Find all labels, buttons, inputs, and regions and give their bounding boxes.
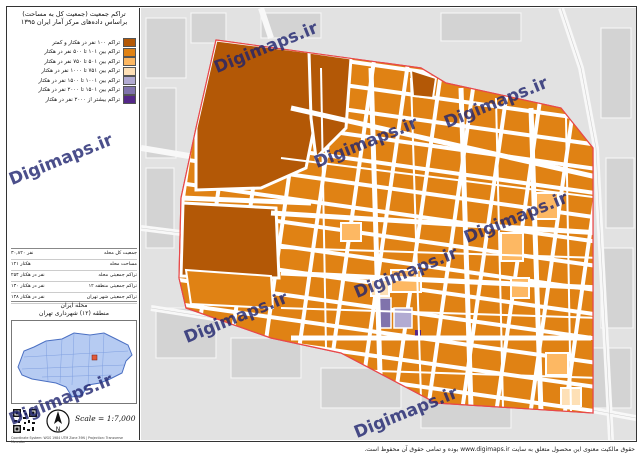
legend-swatch	[123, 85, 136, 95]
legend-swatch	[123, 47, 136, 57]
scale-label: Scale = 1:7,000	[75, 414, 136, 423]
stat-value: ۳۰,۸۲۰ نفر	[11, 251, 34, 256]
legend-swatch	[123, 76, 136, 86]
copyright-notice: حقوق مالکیت معنوی این محصول متعلق به سای…	[364, 446, 635, 453]
stat-label: مساحت محله	[109, 262, 137, 267]
legend-label: تراکم بیشتر از ۲۰۰۰ نفر در هکتار	[45, 96, 120, 103]
legend-label: تراکم ۱۰۰ نفر در هکتار و کمتر	[52, 39, 120, 46]
legend-item: تراکم بین ۱۵۰۱ تا ۲۰۰۰ نفر در هکتار	[12, 85, 136, 96]
neighborhood-marker	[91, 354, 98, 361]
svg-text:N: N	[56, 426, 61, 433]
stat-row: ۳۰,۸۲۰ نفر جمعیت کل محله	[11, 249, 137, 260]
legend-panel: تراکم جمعیت (جمعیت کل به مساحت) براساس د…	[8, 8, 140, 444]
legend: تراکم ۱۰۰ نفر در هکتار و کمتر تراکم بین ۱…	[12, 38, 136, 105]
stat-label: تراکم جمعیتی محله	[98, 273, 137, 278]
neighborhood-name: محله ایران	[60, 302, 88, 309]
stat-row: ۱۲۱ هکتار مساحت محله	[11, 260, 137, 271]
legend-item: تراکم بین ۱۰۱ تا ۵۰۰ نفر در هکتار	[12, 47, 136, 58]
map-area: Digimaps.ir Digimaps.ir Digimaps.ir Digi…	[141, 8, 636, 440]
legend-item: تراکم ۱۰۰ نفر در هکتار و کمتر	[12, 38, 136, 48]
legend-swatch	[123, 66, 136, 76]
legend-label: تراکم بین ۱۰۱ تا ۵۰۰ نفر در هکتار	[44, 49, 120, 56]
legend-swatch	[123, 38, 136, 48]
stat-label: جمعیت کل محله	[103, 251, 137, 256]
stat-row: ۲۵۴ نفر در هکتار تراکم جمعیتی محله	[11, 271, 137, 282]
legend-label: تراکم بین ۵۰۱ تا ۷۵۰ نفر در هکتار	[44, 58, 120, 65]
legend-item: تراکم بین ۷۵۱ تا ۱۰۰۰ نفر در هکتار	[12, 66, 136, 77]
legend-item: تراکم بین ۱۰۰۱ تا ۱۵۰۰ نفر در هکتار	[12, 76, 136, 86]
district-name: منطقه (۱۲) شهرداری تهران	[39, 310, 109, 317]
legend-label: تراکم بین ۱۵۰۱ تا ۲۰۰۰ نفر در هکتار	[38, 87, 120, 94]
legend-swatch	[123, 95, 136, 105]
statistics-table: ۳۰,۸۲۰ نفر جمعیت کل محله ۱۲۱ هکتار مساحت مح…	[11, 248, 137, 304]
title-line-2: براساس داده‌های مرکز آمار ایران ۱۳۹۵	[20, 18, 128, 26]
legend-label: تراکم بین ۱۰۰۱ تا ۱۵۰۰ نفر در هکتار	[38, 77, 120, 84]
stat-value: ۲۵۴ نفر در هکتار	[11, 273, 45, 278]
title-line-1: تراکم جمعیت (جمعیت کل به مساحت)	[22, 10, 126, 18]
legend-item: تراکم بیشتر از ۲۰۰۰ نفر در هکتار	[12, 95, 136, 105]
density-map-svg	[141, 8, 636, 440]
stat-value: ۱۲۱ هکتار	[11, 262, 31, 267]
legend-label: تراکم بین ۷۵۱ تا ۱۰۰۰ نفر در هکتار	[41, 68, 120, 75]
legend-swatch	[123, 57, 136, 67]
stat-row: ۱۳۰ نفر در هکتار تراکم جمعیتی منطقه ۱۲	[11, 282, 137, 293]
legend-item: تراکم بین ۵۰۱ تا ۷۵۰ نفر در هکتار	[12, 57, 136, 67]
map-title: تراکم جمعیت (جمعیت کل به مساحت) براساس د…	[8, 8, 140, 26]
area-name: محله ایران منطقه (۱۲) شهرداری تهران	[11, 301, 137, 318]
stat-value: ۱۳۰ نفر در هکتار	[11, 284, 45, 289]
stat-label: تراکم جمعیتی منطقه ۱۲	[88, 284, 137, 289]
projection-note: Coordinate System: WGS 1984 UTM Zone 39N…	[11, 436, 124, 444]
